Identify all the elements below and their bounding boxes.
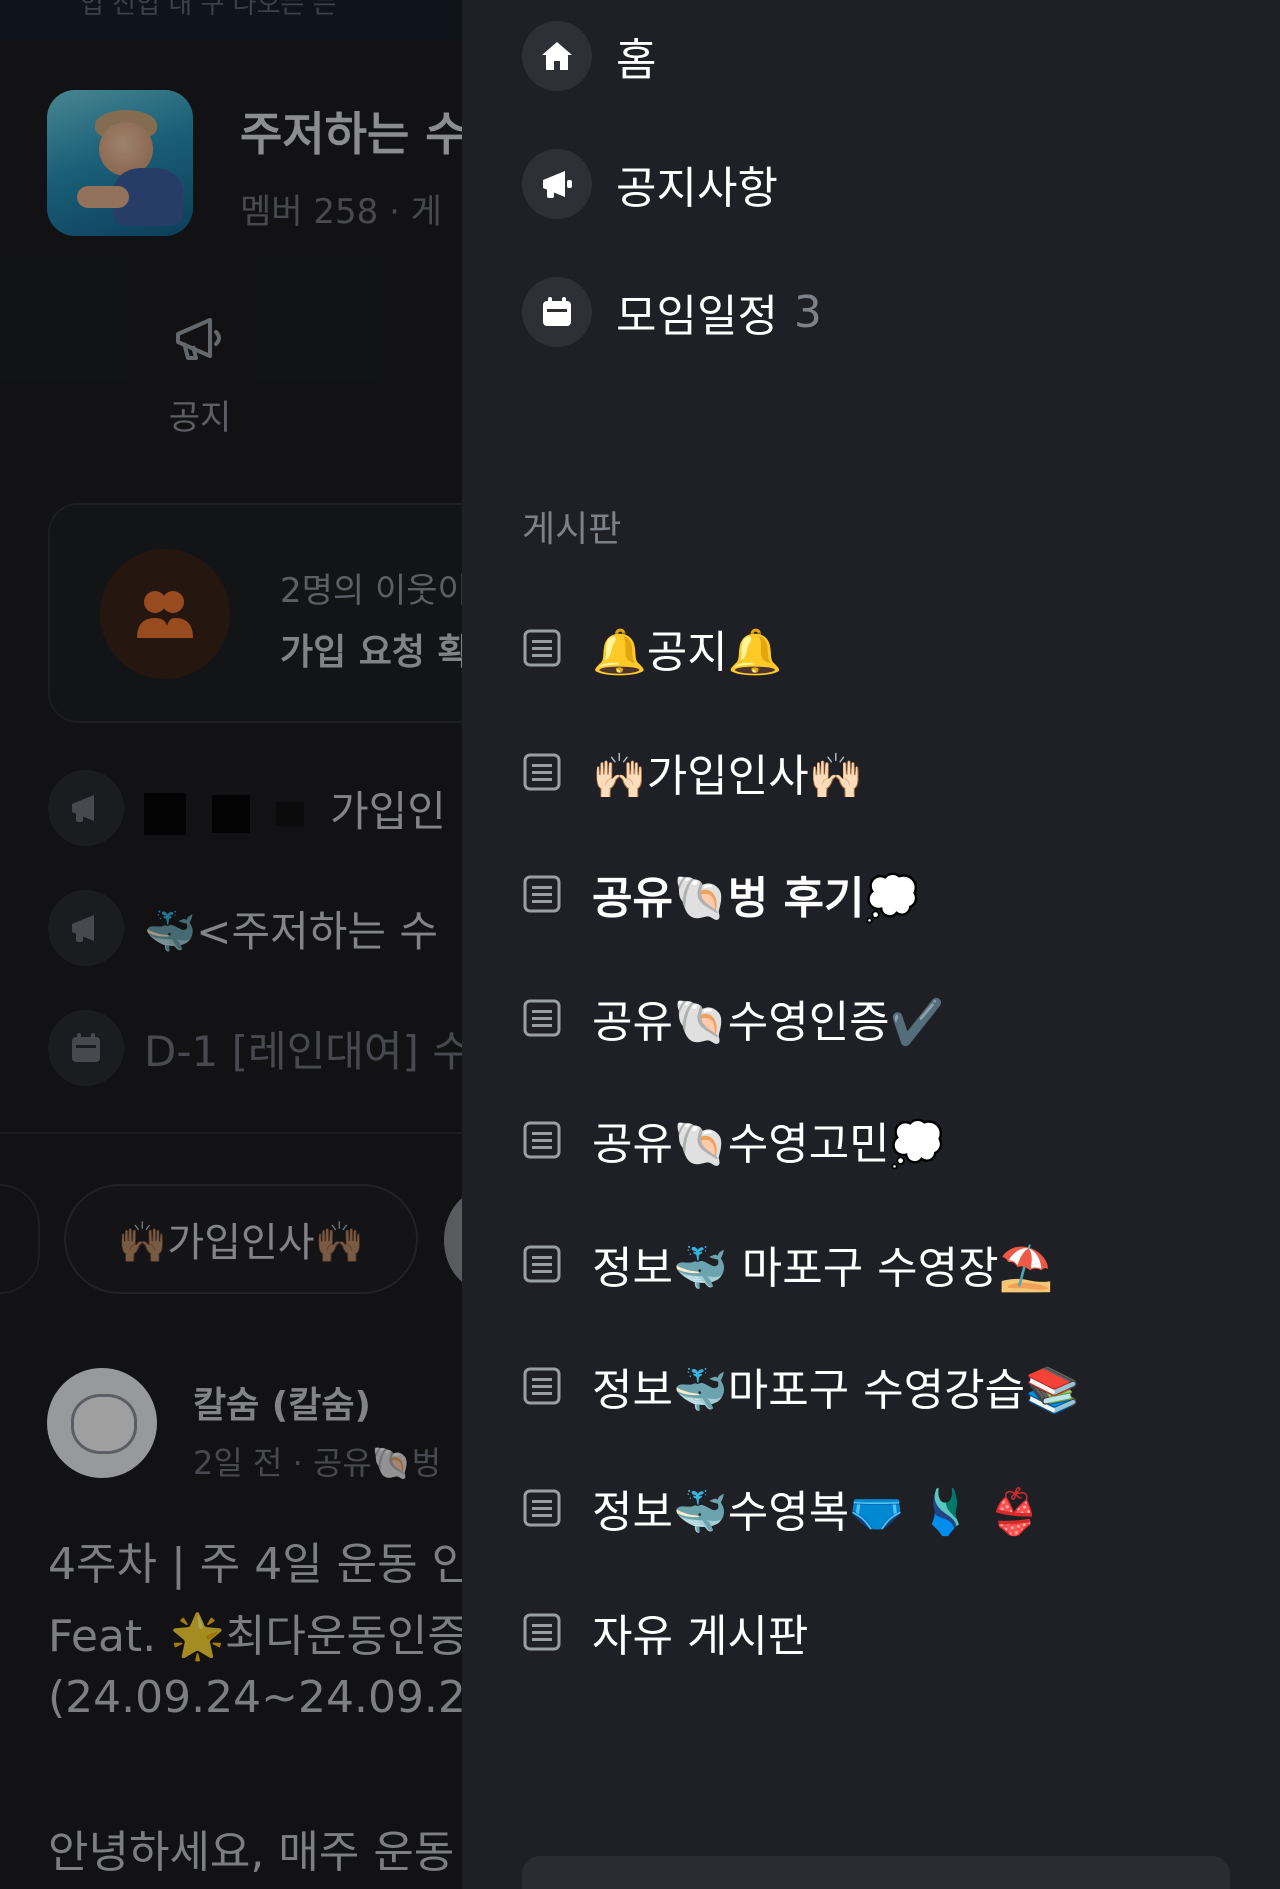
board-item-greeting[interactable]: 🙌🏻가입인사🙌🏻: [522, 732, 864, 812]
post-text-line: Feat. 🌟최다운동인증: [48, 1611, 462, 1662]
notice-row-text: 🐳<주저하는 수: [144, 906, 439, 956]
post-meta: 2일 전 · 공유🐚벙: [193, 1444, 442, 1482]
group-cover-image[interactable]: [47, 90, 193, 236]
board-item-label: 정보🐳수영복🩲 🩱 👙: [592, 1487, 1042, 1538]
board-item-pool-info[interactable]: 정보🐳 마포구 수영장⛱️: [522, 1224, 1053, 1304]
board-item-swim-proof[interactable]: 공유🐚수영인증✔️: [522, 978, 944, 1058]
calendar-icon: [48, 1010, 124, 1086]
notice-row[interactable]: 🐳<주저하는 수: [48, 890, 462, 966]
board-item-free-board[interactable]: 자유 게시판: [522, 1592, 808, 1672]
board-item-label: 🔔공지🔔: [592, 627, 783, 678]
board-item-label: 자유 게시판: [592, 1611, 809, 1662]
redacted-block: [276, 802, 304, 826]
board-item-label: 공유🐚벙 후기💭: [592, 873, 920, 924]
board-list-icon: [523, 875, 561, 913]
community-page-background: 입 신입 내 구 나오는 는 주저하는 수 멤버 258 · 게 공지 2명의: [0, 0, 462, 1889]
nav-schedule-count: 3: [793, 286, 822, 338]
drawer-bottom-panel[interactable]: [522, 1856, 1230, 1889]
notice-shortcut[interactable]: 공지: [150, 312, 250, 439]
group-meta: 멤버 258 · 게: [240, 192, 442, 232]
group-title: 주저하는 수: [240, 107, 462, 161]
divider: [0, 1132, 462, 1134]
board-item-label: 정보🐳 마포구 수영장⛱️: [592, 1243, 1054, 1294]
category-chip-greeting[interactable]: 🙌🏽가입인사🙌🏽: [64, 1184, 418, 1294]
notice-row[interactable]: 가입인: [48, 770, 462, 846]
top-status-strip: 입 신입 내 구 나오는 는: [0, 0, 462, 40]
board-item-swimwear-info[interactable]: 정보🐳수영복🩲 🩱 👙: [522, 1468, 1042, 1548]
notice-row-text: 가입인: [330, 786, 446, 836]
post-text-line: 4주차 | 주 4일 운동 인: [48, 1539, 462, 1590]
board-item-swim-concern[interactable]: 공유🐚수영고민💭: [522, 1100, 944, 1180]
nav-home[interactable]: 홈: [522, 10, 656, 102]
category-chip[interactable]: [0, 1184, 40, 1294]
nav-schedule[interactable]: 모임일정 3: [522, 266, 822, 358]
board-list-icon: [523, 1489, 561, 1527]
post-text-line: (24.09.24~24.09.26: [48, 1672, 462, 1723]
join-request-icon: [100, 549, 230, 679]
join-request-line1: 2명의 이웃이: [280, 571, 462, 611]
board-list-icon: [523, 1613, 561, 1651]
board-list-icon: [523, 1367, 561, 1405]
board-list-icon: [523, 629, 561, 667]
board-list-icon: [523, 999, 561, 1037]
post-text-line: 안녕하세요, 매주 운동: [48, 1827, 455, 1878]
side-drawer: 홈 공지사항 모임일정 3 게시판 🔔공지🔔 🙌🏻가입인사🙌🏻 공유🐚벙 후기💭…: [462, 0, 1280, 1889]
redacted-block: [212, 795, 250, 833]
join-request-card[interactable]: 2명의 이웃이 가입 요청 확: [48, 503, 462, 723]
board-item-label: 공유🐚수영인증✔️: [592, 997, 945, 1048]
nav-home-label: 홈: [616, 35, 657, 86]
author-avatar[interactable]: [47, 1368, 157, 1478]
board-item-meetup-review[interactable]: 공유🐚벙 후기💭: [522, 854, 919, 934]
board-item-label: 공유🐚수영고민💭: [592, 1119, 945, 1170]
board-item-lesson-info[interactable]: 정보🐳마포구 수영강습📚: [522, 1346, 1080, 1426]
board-list-icon: [523, 1121, 561, 1159]
schedule-row-text: D-1 [레인대여] 수: [144, 1026, 462, 1076]
nav-notices[interactable]: 공지사항: [522, 138, 778, 230]
megaphone-icon: [48, 890, 124, 966]
nav-notices-label: 공지사항: [616, 163, 778, 214]
boards-section-title: 게시판: [522, 509, 622, 550]
board-list-icon: [523, 1245, 561, 1283]
megaphone-icon: [48, 770, 124, 846]
author-name: 칼숨 (칼숨): [193, 1385, 371, 1426]
board-list-icon: [523, 753, 561, 791]
home-icon: [522, 21, 592, 91]
board-item-label: 정보🐳마포구 수영강습📚: [592, 1365, 1080, 1416]
notice-shortcut-label: 공지: [168, 398, 232, 438]
megaphone-outline-icon: [176, 318, 221, 360]
board-item-notice[interactable]: 🔔공지🔔: [522, 608, 783, 688]
calendar-icon: [522, 277, 592, 347]
schedule-row[interactable]: D-1 [레인대여] 수: [48, 1010, 462, 1086]
app-root: 입 신입 내 구 나오는 는 주저하는 수 멤버 258 · 게 공지 2명의: [0, 0, 1280, 1889]
category-chip[interactable]: [444, 1190, 462, 1290]
megaphone-icon: [522, 149, 592, 219]
board-item-label: 🙌🏻가입인사🙌🏻: [592, 751, 864, 802]
join-request-line2: 가입 요청 확: [280, 632, 462, 673]
redacted-block: [144, 793, 186, 835]
nav-schedule-label: 모임일정: [616, 291, 778, 342]
